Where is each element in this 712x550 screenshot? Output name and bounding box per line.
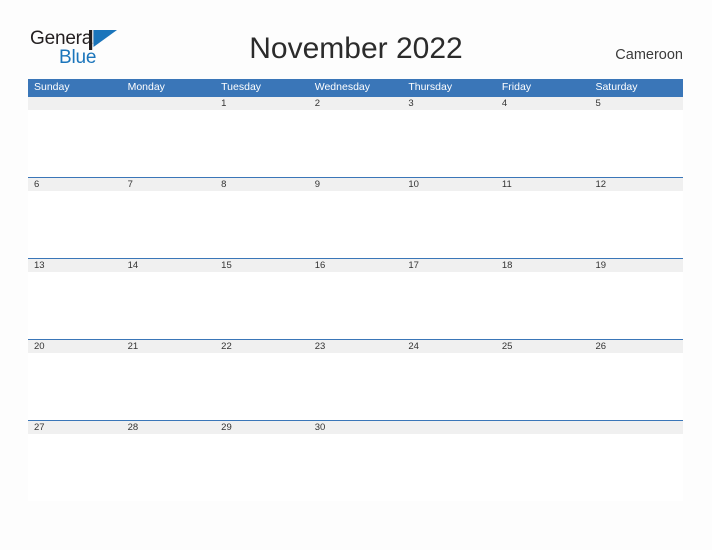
weekday-header-saturday: Saturday bbox=[595, 81, 638, 93]
event-cell[interactable] bbox=[402, 272, 496, 339]
event-cell[interactable] bbox=[309, 353, 403, 420]
date-cell[interactable]: 23 bbox=[309, 340, 403, 353]
event-cell[interactable] bbox=[309, 434, 403, 501]
week-date-band: 6 7 8 9 10 11 12 bbox=[28, 177, 683, 191]
page-header: General Blue November 2022 Cameroon bbox=[0, 0, 712, 76]
date-cell[interactable] bbox=[122, 97, 216, 110]
date-cell[interactable]: 2 bbox=[309, 97, 403, 110]
event-cell[interactable] bbox=[122, 110, 216, 177]
date-cell[interactable]: 27 bbox=[28, 421, 122, 434]
date-cell[interactable]: 13 bbox=[28, 259, 122, 272]
date-cell[interactable]: 28 bbox=[122, 421, 216, 434]
date-cell[interactable]: 6 bbox=[28, 178, 122, 191]
event-cell[interactable] bbox=[215, 353, 309, 420]
date-cell[interactable]: 25 bbox=[496, 340, 590, 353]
date-cell[interactable]: 5 bbox=[589, 97, 683, 110]
event-cell[interactable] bbox=[122, 353, 216, 420]
event-cell[interactable] bbox=[496, 353, 590, 420]
week-event-area bbox=[28, 110, 683, 177]
date-cell[interactable]: 10 bbox=[402, 178, 496, 191]
event-cell[interactable] bbox=[28, 434, 122, 501]
week-event-area bbox=[28, 191, 683, 258]
event-cell[interactable] bbox=[589, 110, 683, 177]
date-cell[interactable]: 20 bbox=[28, 340, 122, 353]
week-event-area bbox=[28, 272, 683, 339]
calendar-grid: Sunday Monday Tuesday Wednesday Thursday… bbox=[28, 79, 683, 501]
week-event-area bbox=[28, 353, 683, 420]
week-date-band: 1 2 3 4 5 bbox=[28, 96, 683, 110]
weekday-header-row: Sunday Monday Tuesday Wednesday Thursday… bbox=[28, 79, 683, 96]
weekday-header-monday: Monday bbox=[127, 81, 165, 93]
date-cell[interactable]: 30 bbox=[309, 421, 403, 434]
event-cell[interactable] bbox=[589, 191, 683, 258]
date-cell[interactable] bbox=[589, 421, 683, 434]
date-cell[interactable]: 19 bbox=[589, 259, 683, 272]
week-row: 1 2 3 4 5 bbox=[28, 96, 683, 177]
date-cell[interactable]: 1 bbox=[215, 97, 309, 110]
event-cell[interactable] bbox=[122, 191, 216, 258]
date-cell[interactable]: 9 bbox=[309, 178, 403, 191]
event-cell[interactable] bbox=[402, 191, 496, 258]
date-cell[interactable]: 4 bbox=[496, 97, 590, 110]
date-cell[interactable] bbox=[496, 421, 590, 434]
weekday-header-thursday: Thursday bbox=[408, 81, 453, 93]
event-cell[interactable] bbox=[309, 272, 403, 339]
date-cell[interactable]: 15 bbox=[215, 259, 309, 272]
event-cell[interactable] bbox=[496, 191, 590, 258]
week-row: 20 21 22 23 24 25 26 bbox=[28, 339, 683, 420]
event-cell[interactable] bbox=[496, 434, 590, 501]
date-cell[interactable]: 24 bbox=[402, 340, 496, 353]
week-date-band: 13 14 15 16 17 18 19 bbox=[28, 258, 683, 272]
event-cell[interactable] bbox=[215, 272, 309, 339]
date-cell[interactable]: 7 bbox=[122, 178, 216, 191]
weekday-header-sunday: Sunday bbox=[34, 81, 70, 93]
country-label: Cameroon bbox=[615, 47, 683, 63]
event-cell[interactable] bbox=[589, 353, 683, 420]
event-cell[interactable] bbox=[28, 191, 122, 258]
event-cell[interactable] bbox=[402, 353, 496, 420]
weekday-header-friday: Friday bbox=[501, 81, 532, 93]
week-row: 13 14 15 16 17 18 19 bbox=[28, 258, 683, 339]
week-date-band: 27 28 29 30 bbox=[28, 420, 683, 434]
event-cell[interactable] bbox=[28, 110, 122, 177]
event-cell[interactable] bbox=[215, 110, 309, 177]
event-cell[interactable] bbox=[589, 434, 683, 501]
date-cell[interactable]: 12 bbox=[589, 178, 683, 191]
event-cell[interactable] bbox=[215, 434, 309, 501]
date-cell[interactable] bbox=[402, 421, 496, 434]
event-cell[interactable] bbox=[402, 434, 496, 501]
weekday-header-tuesday: Tuesday bbox=[221, 81, 262, 93]
week-event-area bbox=[28, 434, 683, 501]
date-cell[interactable]: 8 bbox=[215, 178, 309, 191]
event-cell[interactable] bbox=[215, 191, 309, 258]
week-row: 6 7 8 9 10 11 12 bbox=[28, 177, 683, 258]
event-cell[interactable] bbox=[496, 110, 590, 177]
event-cell[interactable] bbox=[122, 434, 216, 501]
event-cell[interactable] bbox=[402, 110, 496, 177]
event-cell[interactable] bbox=[309, 110, 403, 177]
date-cell[interactable]: 18 bbox=[496, 259, 590, 272]
date-cell[interactable]: 17 bbox=[402, 259, 496, 272]
date-cell[interactable]: 3 bbox=[402, 97, 496, 110]
date-cell[interactable]: 14 bbox=[122, 259, 216, 272]
page-title: November 2022 bbox=[249, 32, 463, 65]
date-cell[interactable]: 29 bbox=[215, 421, 309, 434]
date-cell[interactable] bbox=[28, 97, 122, 110]
date-cell[interactable]: 21 bbox=[122, 340, 216, 353]
date-cell[interactable]: 22 bbox=[215, 340, 309, 353]
date-cell[interactable]: 16 bbox=[309, 259, 403, 272]
event-cell[interactable] bbox=[309, 191, 403, 258]
event-cell[interactable] bbox=[589, 272, 683, 339]
event-cell[interactable] bbox=[496, 272, 590, 339]
week-date-band: 20 21 22 23 24 25 26 bbox=[28, 339, 683, 353]
event-cell[interactable] bbox=[28, 353, 122, 420]
event-cell[interactable] bbox=[122, 272, 216, 339]
week-row: 27 28 29 30 bbox=[28, 420, 683, 501]
weekday-header-wednesday: Wednesday bbox=[314, 81, 370, 93]
event-cell[interactable] bbox=[28, 272, 122, 339]
date-cell[interactable]: 26 bbox=[589, 340, 683, 353]
date-cell[interactable]: 11 bbox=[496, 178, 590, 191]
